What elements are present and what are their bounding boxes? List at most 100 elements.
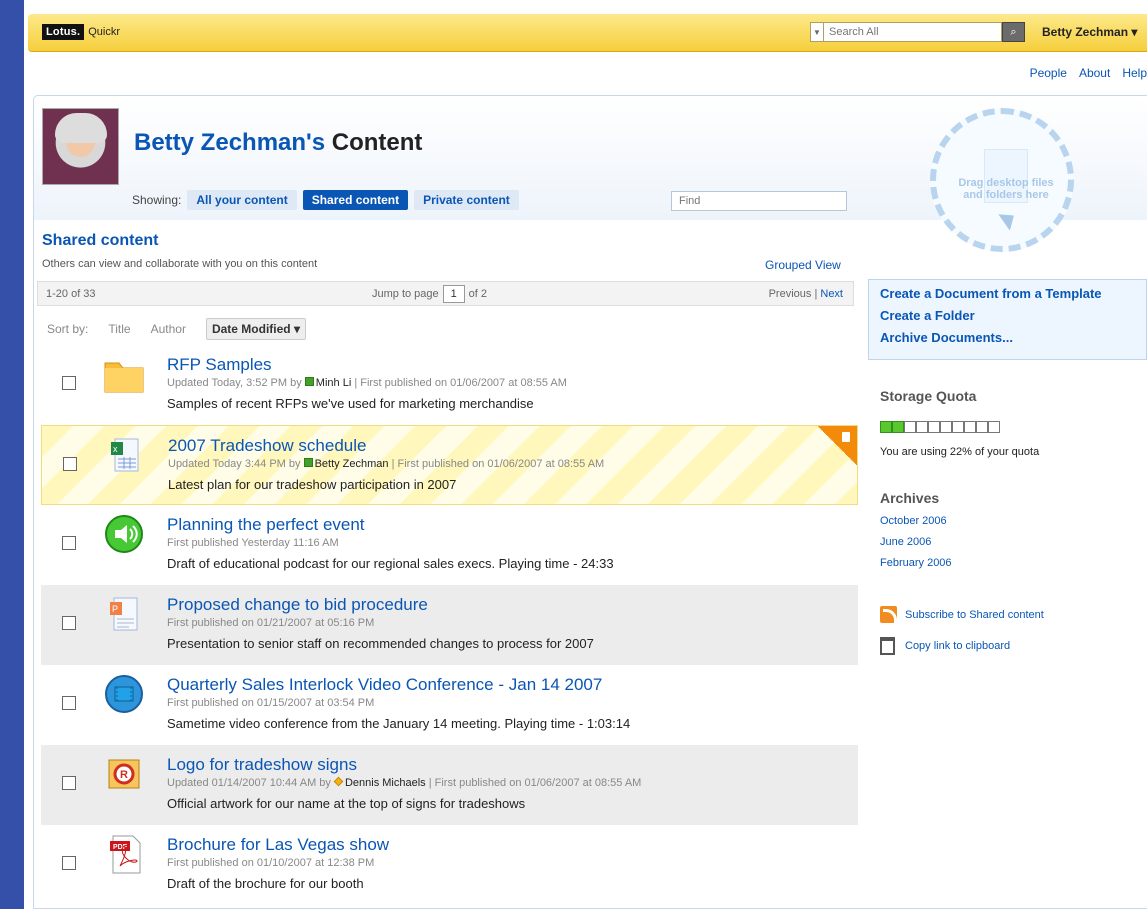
item-title-link[interactable]: Planning the perfect event xyxy=(167,515,365,535)
archive-february-2006-link[interactable]: February 2006 xyxy=(880,557,952,569)
search-icon[interactable]: ⌕ xyxy=(1002,22,1025,42)
archive-october-2006-link[interactable]: October 2006 xyxy=(880,515,952,527)
item-description: Official artwork for our name at the top… xyxy=(167,796,526,811)
storage-free-segment xyxy=(988,421,1000,433)
clipboard-icon xyxy=(880,637,895,655)
item-checkbox[interactable] xyxy=(63,457,77,471)
list-item[interactable]: Planning the perfect event First publish… xyxy=(41,505,858,585)
pdf-icon: PDF xyxy=(110,835,141,874)
archives-heading: Archives xyxy=(880,490,940,506)
rss-icon xyxy=(880,606,897,623)
pager-divider: | xyxy=(814,287,818,300)
locked-corner xyxy=(817,426,857,465)
item-meta: Updated 01/14/2007 10:44 AM by Dennis Mi… xyxy=(167,776,642,789)
user-menu-button[interactable]: Betty Zechman ▾ xyxy=(1042,25,1137,39)
image-icon: R xyxy=(108,759,140,789)
item-checkbox[interactable] xyxy=(62,696,76,710)
list-item[interactable]: R Logo for tradeshow signs Updated 01/14… xyxy=(41,745,858,825)
item-title-link[interactable]: Brochure for Las Vegas show xyxy=(167,835,389,855)
item-description: Presentation to senior staff on recommen… xyxy=(167,636,594,651)
item-description: Latest plan for our tradeshow participat… xyxy=(168,477,457,492)
search-all-control: ▼ ⌕ xyxy=(810,22,1025,42)
about-link[interactable]: About xyxy=(1079,66,1110,80)
quickr-logo-text: Quickr xyxy=(88,26,120,38)
sort-author[interactable]: Author xyxy=(151,322,186,336)
help-link[interactable]: Help xyxy=(1122,66,1147,80)
item-checkbox[interactable] xyxy=(62,856,76,870)
content-list: RFP Samples Updated Today, 3:52 PM by Mi… xyxy=(41,345,858,905)
storage-free-segment xyxy=(904,421,916,433)
copy-link-label: Copy link to clipboard xyxy=(905,640,1011,652)
item-checkbox[interactable] xyxy=(62,776,76,790)
storage-quota-heading: Storage Quota xyxy=(880,388,977,404)
sort-title[interactable]: Title xyxy=(108,322,130,336)
item-description: Draft of the brochure for our booth xyxy=(167,876,364,891)
item-description: Samples of recent RFPs we've used for ma… xyxy=(167,396,534,411)
previous-link[interactable]: Previous xyxy=(769,288,812,300)
jump-to-page: Jump to page 1 of 2 xyxy=(372,284,488,303)
find-input[interactable] xyxy=(671,191,847,211)
item-meta: Updated Today 3:44 PM by Betty Zechman |… xyxy=(168,458,605,470)
subscribe-link[interactable]: Subscribe to Shared content xyxy=(880,606,1044,623)
list-item[interactable]: RFP Samples Updated Today, 3:52 PM by Mi… xyxy=(41,345,858,425)
sort-date-modified[interactable]: Date Modified ▾ xyxy=(205,318,306,340)
list-item[interactable]: Quarterly Sales Interlock Video Conferen… xyxy=(41,665,858,745)
copy-link-clipboard[interactable]: Copy link to clipboard xyxy=(880,637,1010,655)
storage-free-segment xyxy=(916,421,928,433)
filter-shared-content[interactable]: Shared content xyxy=(302,190,409,210)
list-item[interactable]: x 2007 Tradeshow schedule Updated Today … xyxy=(41,425,858,505)
svg-text:R: R xyxy=(120,769,128,781)
showing-label: Showing: xyxy=(132,193,182,207)
pagination-bar: 1-20 of 33 Jump to page 1 of 2 Previous … xyxy=(37,281,854,306)
subscribe-link-label: Subscribe to Shared content xyxy=(905,608,1044,621)
item-title-link[interactable]: Proposed change to bid procedure xyxy=(167,595,428,615)
filter-private-content[interactable]: Private content xyxy=(414,190,519,210)
item-checkbox[interactable] xyxy=(62,536,76,550)
item-description: Sametime video conference from the Janua… xyxy=(167,716,631,731)
storage-used-segment xyxy=(892,421,904,433)
file-drop-zone[interactable]: Drag desktop files and folders here xyxy=(930,108,1074,252)
item-title-link[interactable]: Quarterly Sales Interlock Video Conferen… xyxy=(167,675,602,695)
storage-free-segment xyxy=(964,421,976,433)
chevron-down-icon[interactable]: ▼ xyxy=(810,22,824,42)
result-count: 1-20 of 33 xyxy=(46,287,96,300)
filter-all-content[interactable]: All your content xyxy=(187,190,297,210)
item-meta: Updated Today, 3:52 PM by Minh Li | Firs… xyxy=(167,377,567,389)
list-item[interactable]: P Proposed change to bid procedure First… xyxy=(41,585,858,665)
page-number-input[interactable]: 1 xyxy=(442,284,465,303)
people-link[interactable]: People xyxy=(1030,66,1067,80)
svg-text:P: P xyxy=(112,604,118,614)
page-title-suffix: Content xyxy=(331,129,423,156)
create-document-template-link[interactable]: Create a Document from a Template xyxy=(880,286,1135,301)
storage-free-segment xyxy=(928,421,940,433)
item-title-link[interactable]: 2007 Tradeshow schedule xyxy=(168,436,366,456)
quickr-logo: Lotus. Quickr xyxy=(42,24,120,40)
list-item[interactable]: PDF Brochure for Las Vegas show First pu… xyxy=(41,825,858,905)
page-title: Betty Zechman's Content xyxy=(134,129,422,157)
item-title-link[interactable]: RFP Samples xyxy=(167,355,272,375)
item-checkbox[interactable] xyxy=(62,616,76,630)
storage-quota-meter xyxy=(880,421,1000,433)
create-folder-link[interactable]: Create a Folder xyxy=(880,308,1135,323)
next-link[interactable]: Next xyxy=(820,288,843,300)
page-total: of 2 xyxy=(468,287,488,300)
previous-next-links: Previous | Next xyxy=(769,288,843,300)
global-links: People About Help xyxy=(1030,66,1147,80)
storage-used-segment xyxy=(880,421,892,433)
grouped-view-link[interactable]: Grouped View xyxy=(765,258,841,272)
svg-text:x: x xyxy=(113,444,118,454)
item-description: Draft of educational podcast for our reg… xyxy=(167,556,614,571)
lock-icon xyxy=(842,432,850,442)
quickr-window: Lotus. Quickr ▼ ⌕ Betty Zechman ▾ People… xyxy=(24,0,1147,909)
item-checkbox[interactable] xyxy=(62,376,76,390)
archive-documents-link[interactable]: Archive Documents... xyxy=(880,330,1135,345)
search-input[interactable] xyxy=(824,22,1002,42)
item-meta: First published Yesterday 11:16 AM xyxy=(167,537,339,549)
archive-june-2006-link[interactable]: June 2006 xyxy=(880,536,952,548)
user-name: Betty Zechman xyxy=(1042,25,1129,39)
item-meta: First published on 01/21/2007 at 05:16 P… xyxy=(167,617,375,629)
storage-quota-text: You are using 22% of your quota xyxy=(880,446,1040,458)
sort-bar: Sort by: Title Author Date Modified ▾ xyxy=(47,318,326,340)
item-title-link[interactable]: Logo for tradeshow signs xyxy=(167,755,357,775)
lotus-logo-text: Lotus. xyxy=(42,24,85,40)
